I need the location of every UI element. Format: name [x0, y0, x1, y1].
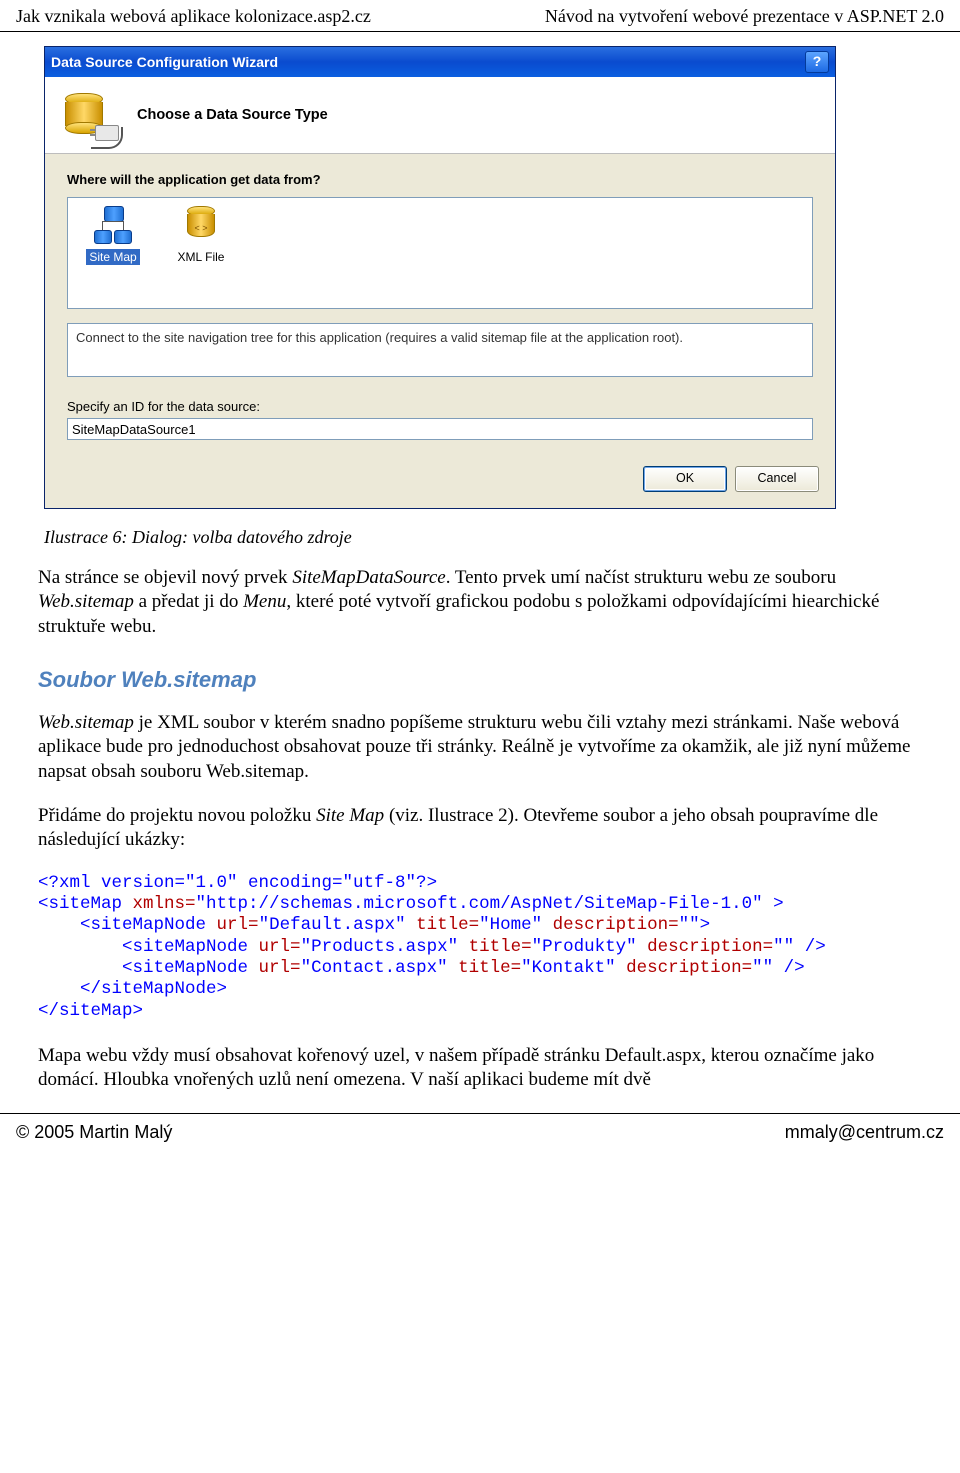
database-plug-icon [65, 91, 113, 139]
question-label: Where will the application get data from… [67, 172, 813, 187]
xml-file-icon: < > [182, 206, 220, 246]
option-xmlfile-label: XML File [175, 249, 228, 265]
xml-code-sample: <?xml version="1.0" encoding="utf-8"?> <… [38, 873, 922, 1022]
help-button[interactable]: ? [805, 51, 829, 73]
option-description: Connect to the site navigation tree for … [67, 323, 813, 377]
option-sitemap-label: Site Map [86, 249, 139, 265]
data-source-wizard-dialog: Data Source Configuration Wizard ? Choos… [44, 46, 836, 509]
data-source-list[interactable]: Site Map < > XML File [67, 197, 813, 309]
dialog-banner: Choose a Data Source Type [45, 77, 835, 154]
figure-caption: Ilustrace 6: Dialog: volba datového zdro… [0, 523, 960, 566]
paragraph-4: Mapa webu vždy musí obsahovat kořenový u… [38, 1044, 922, 1093]
dialog-titlebar: Data Source Configuration Wizard ? [45, 47, 835, 77]
footer-email: mmaly@centrum.cz [785, 1122, 944, 1143]
option-xmlfile[interactable]: < > XML File [166, 206, 236, 265]
data-source-id-input[interactable] [67, 418, 813, 440]
header-right: Návod na vytvoření webové prezentace v A… [545, 6, 944, 27]
cancel-button[interactable]: Cancel [735, 466, 819, 492]
header-left: Jak vznikala webová aplikace kolonizace.… [16, 6, 371, 27]
sitemap-icon [94, 206, 132, 246]
paragraph-2: Web.sitemap je XML soubor v kterém snadn… [38, 711, 922, 784]
dialog-title: Data Source Configuration Wizard [51, 54, 278, 70]
footer-copyright: © 2005 Martin Malý [16, 1122, 172, 1143]
ok-button[interactable]: OK [643, 466, 727, 492]
id-label: Specify an ID for the data source: [67, 399, 813, 414]
paragraph-1: Na stránce se objevil nový prvek SiteMap… [38, 566, 922, 639]
paragraph-3: Přidáme do projektu novou položku Site M… [38, 804, 922, 853]
option-sitemap[interactable]: Site Map [78, 206, 148, 265]
section-heading-soubor: Soubor Web.sitemap [38, 667, 922, 693]
banner-title: Choose a Data Source Type [137, 107, 328, 123]
